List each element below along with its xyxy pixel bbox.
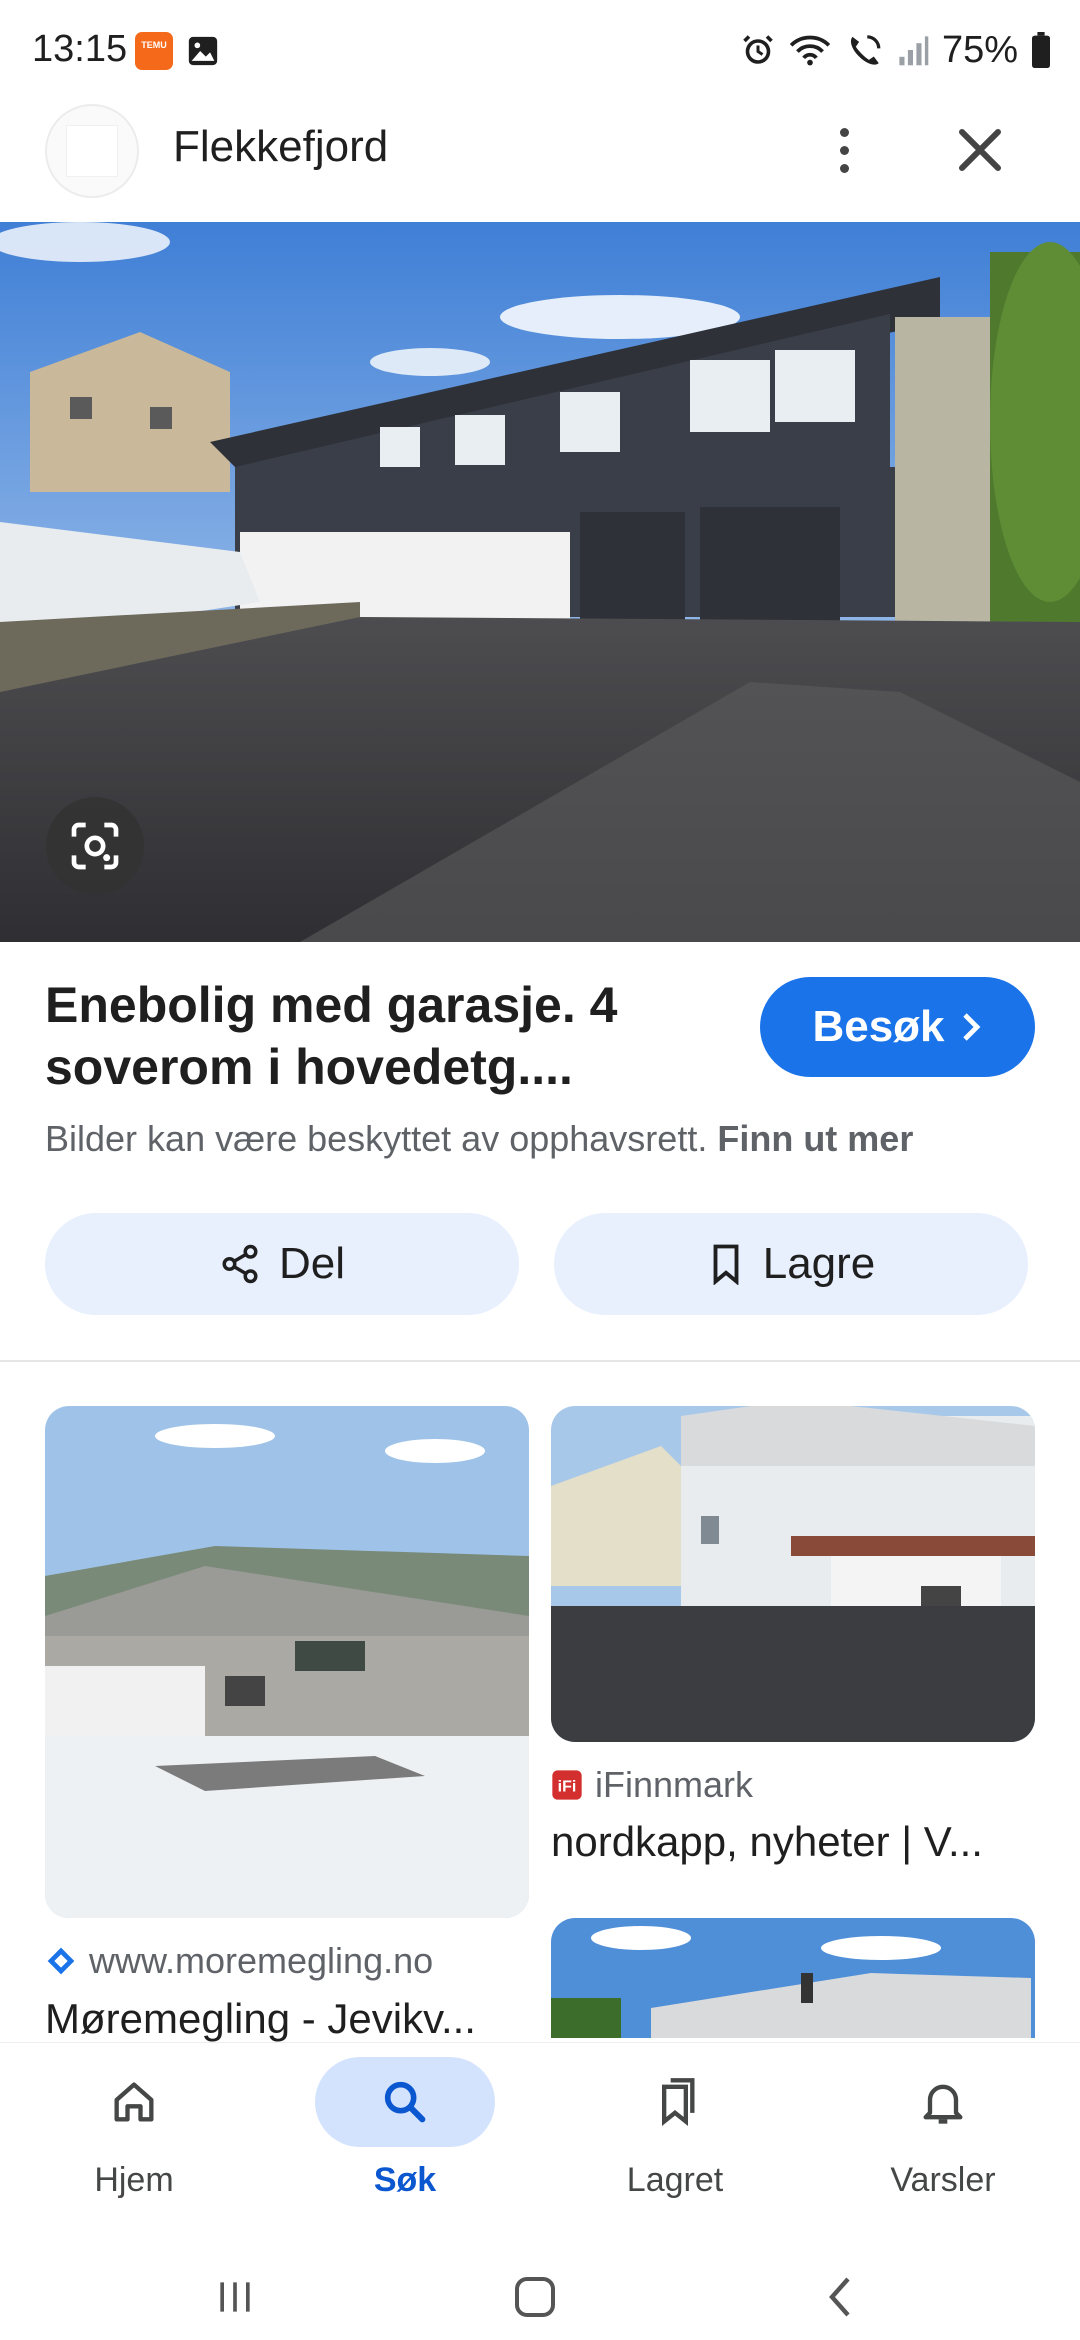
bottom-navigation: Hjem Søk Lagret Varsler — [0, 2043, 1080, 2243]
copyright-notice: Bilder kan være beskyttet av opphavsrett… — [45, 1118, 913, 1160]
related-photo-2 — [551, 1406, 1035, 1742]
related-source-2-label: iFinnmark — [595, 1764, 754, 1805]
status-time: 13:15 — [32, 28, 128, 70]
search-icon — [384, 2081, 426, 2123]
temu-app-icon: TEMU — [135, 32, 173, 70]
result-title[interactable]: Enebolig med garasje. 4 soverom i hovede… — [45, 974, 725, 1098]
house-photo — [0, 222, 1080, 942]
bookmark-icon — [713, 1244, 739, 1285]
home-icon — [114, 2082, 154, 2122]
nav-saved[interactable]: Lagret — [575, 2057, 775, 2237]
save-label: Lagre — [762, 1239, 876, 1288]
copyright-text: Bilder kan være beskyttet av opphavsrett… — [45, 1118, 708, 1159]
related-image-3[interactable] — [551, 1918, 1035, 2038]
recents-icon — [220, 2282, 250, 2312]
related-photo-1 — [45, 1406, 529, 1918]
nav-alerts[interactable]: Varsler — [843, 2057, 1043, 2237]
nav-search[interactable]: Søk — [305, 2057, 505, 2237]
temu-label: TEMU — [141, 40, 167, 50]
more-vert-icon — [839, 127, 849, 137]
chevron-right-icon — [962, 1013, 980, 1041]
more-options-button[interactable] — [812, 118, 876, 182]
nav-alerts-label: Varsler — [890, 2161, 996, 2199]
related-image-2[interactable] — [551, 1406, 1035, 1742]
site-favicon[interactable] — [45, 104, 139, 198]
share-icon — [222, 1244, 258, 1284]
nav-search-label: Søk — [373, 2161, 437, 2199]
alarm-icon — [743, 35, 773, 64]
close-button[interactable] — [948, 118, 1012, 182]
battery-percent: 75% — [941, 28, 1018, 71]
visit-label: Besøk — [812, 1002, 945, 1051]
main-image[interactable] — [0, 222, 1080, 942]
wifi-icon — [789, 35, 831, 66]
ifinnmark-logo-icon: iFi — [552, 1770, 582, 1800]
share-label: Del — [278, 1239, 346, 1288]
related-image-1[interactable] — [45, 1406, 529, 1918]
related-source-2[interactable]: iFi iFinnmark — [551, 1764, 753, 1806]
lens-button[interactable] — [46, 797, 144, 895]
status-bar: 13:15 TEMU 75% — [0, 0, 1080, 100]
lens-icon — [71, 822, 119, 870]
page-title: Flekkefjord — [173, 122, 389, 171]
save-button[interactable]: Lagre — [554, 1213, 1028, 1315]
moremegling-logo-icon — [47, 1947, 75, 1975]
battery-icon — [1032, 32, 1050, 68]
visit-button[interactable]: Besøk — [760, 977, 1035, 1077]
svg-text:iFi: iFi — [558, 1779, 577, 1796]
nav-saved-label: Lagret — [626, 2161, 724, 2199]
related-source-1-label: www.moremegling.no — [89, 1940, 434, 1981]
system-navigation — [0, 2243, 1080, 2340]
back-icon — [829, 2277, 850, 2317]
recents-button[interactable] — [205, 2267, 265, 2327]
status-icons: 75% — [740, 26, 1052, 74]
wifi-calling-icon — [850, 35, 881, 65]
related-title-1[interactable]: Møremegling - Jevikv... — [45, 1995, 529, 2043]
related-source-1[interactable]: www.moremegling.no — [45, 1940, 433, 1982]
share-button[interactable]: Del — [45, 1213, 519, 1315]
back-button[interactable] — [810, 2267, 870, 2327]
section-divider — [0, 1360, 1080, 1362]
home-system-button[interactable] — [505, 2267, 565, 2327]
bookmarks-icon — [662, 2078, 695, 2127]
related-photo-3 — [551, 1918, 1035, 2038]
viewer-topbar: Flekkefjord — [0, 100, 1080, 222]
learn-more-link[interactable]: Finn ut mer — [717, 1118, 913, 1159]
nav-home-label: Hjem — [94, 2161, 174, 2199]
gallery-icon — [188, 36, 218, 66]
signal-icon — [899, 36, 929, 66]
nav-home[interactable]: Hjem — [34, 2057, 234, 2237]
related-title-2[interactable]: nordkapp, nyheter | V... — [551, 1818, 1035, 1866]
bell-icon — [923, 2084, 963, 2124]
home-system-icon — [515, 2277, 555, 2317]
